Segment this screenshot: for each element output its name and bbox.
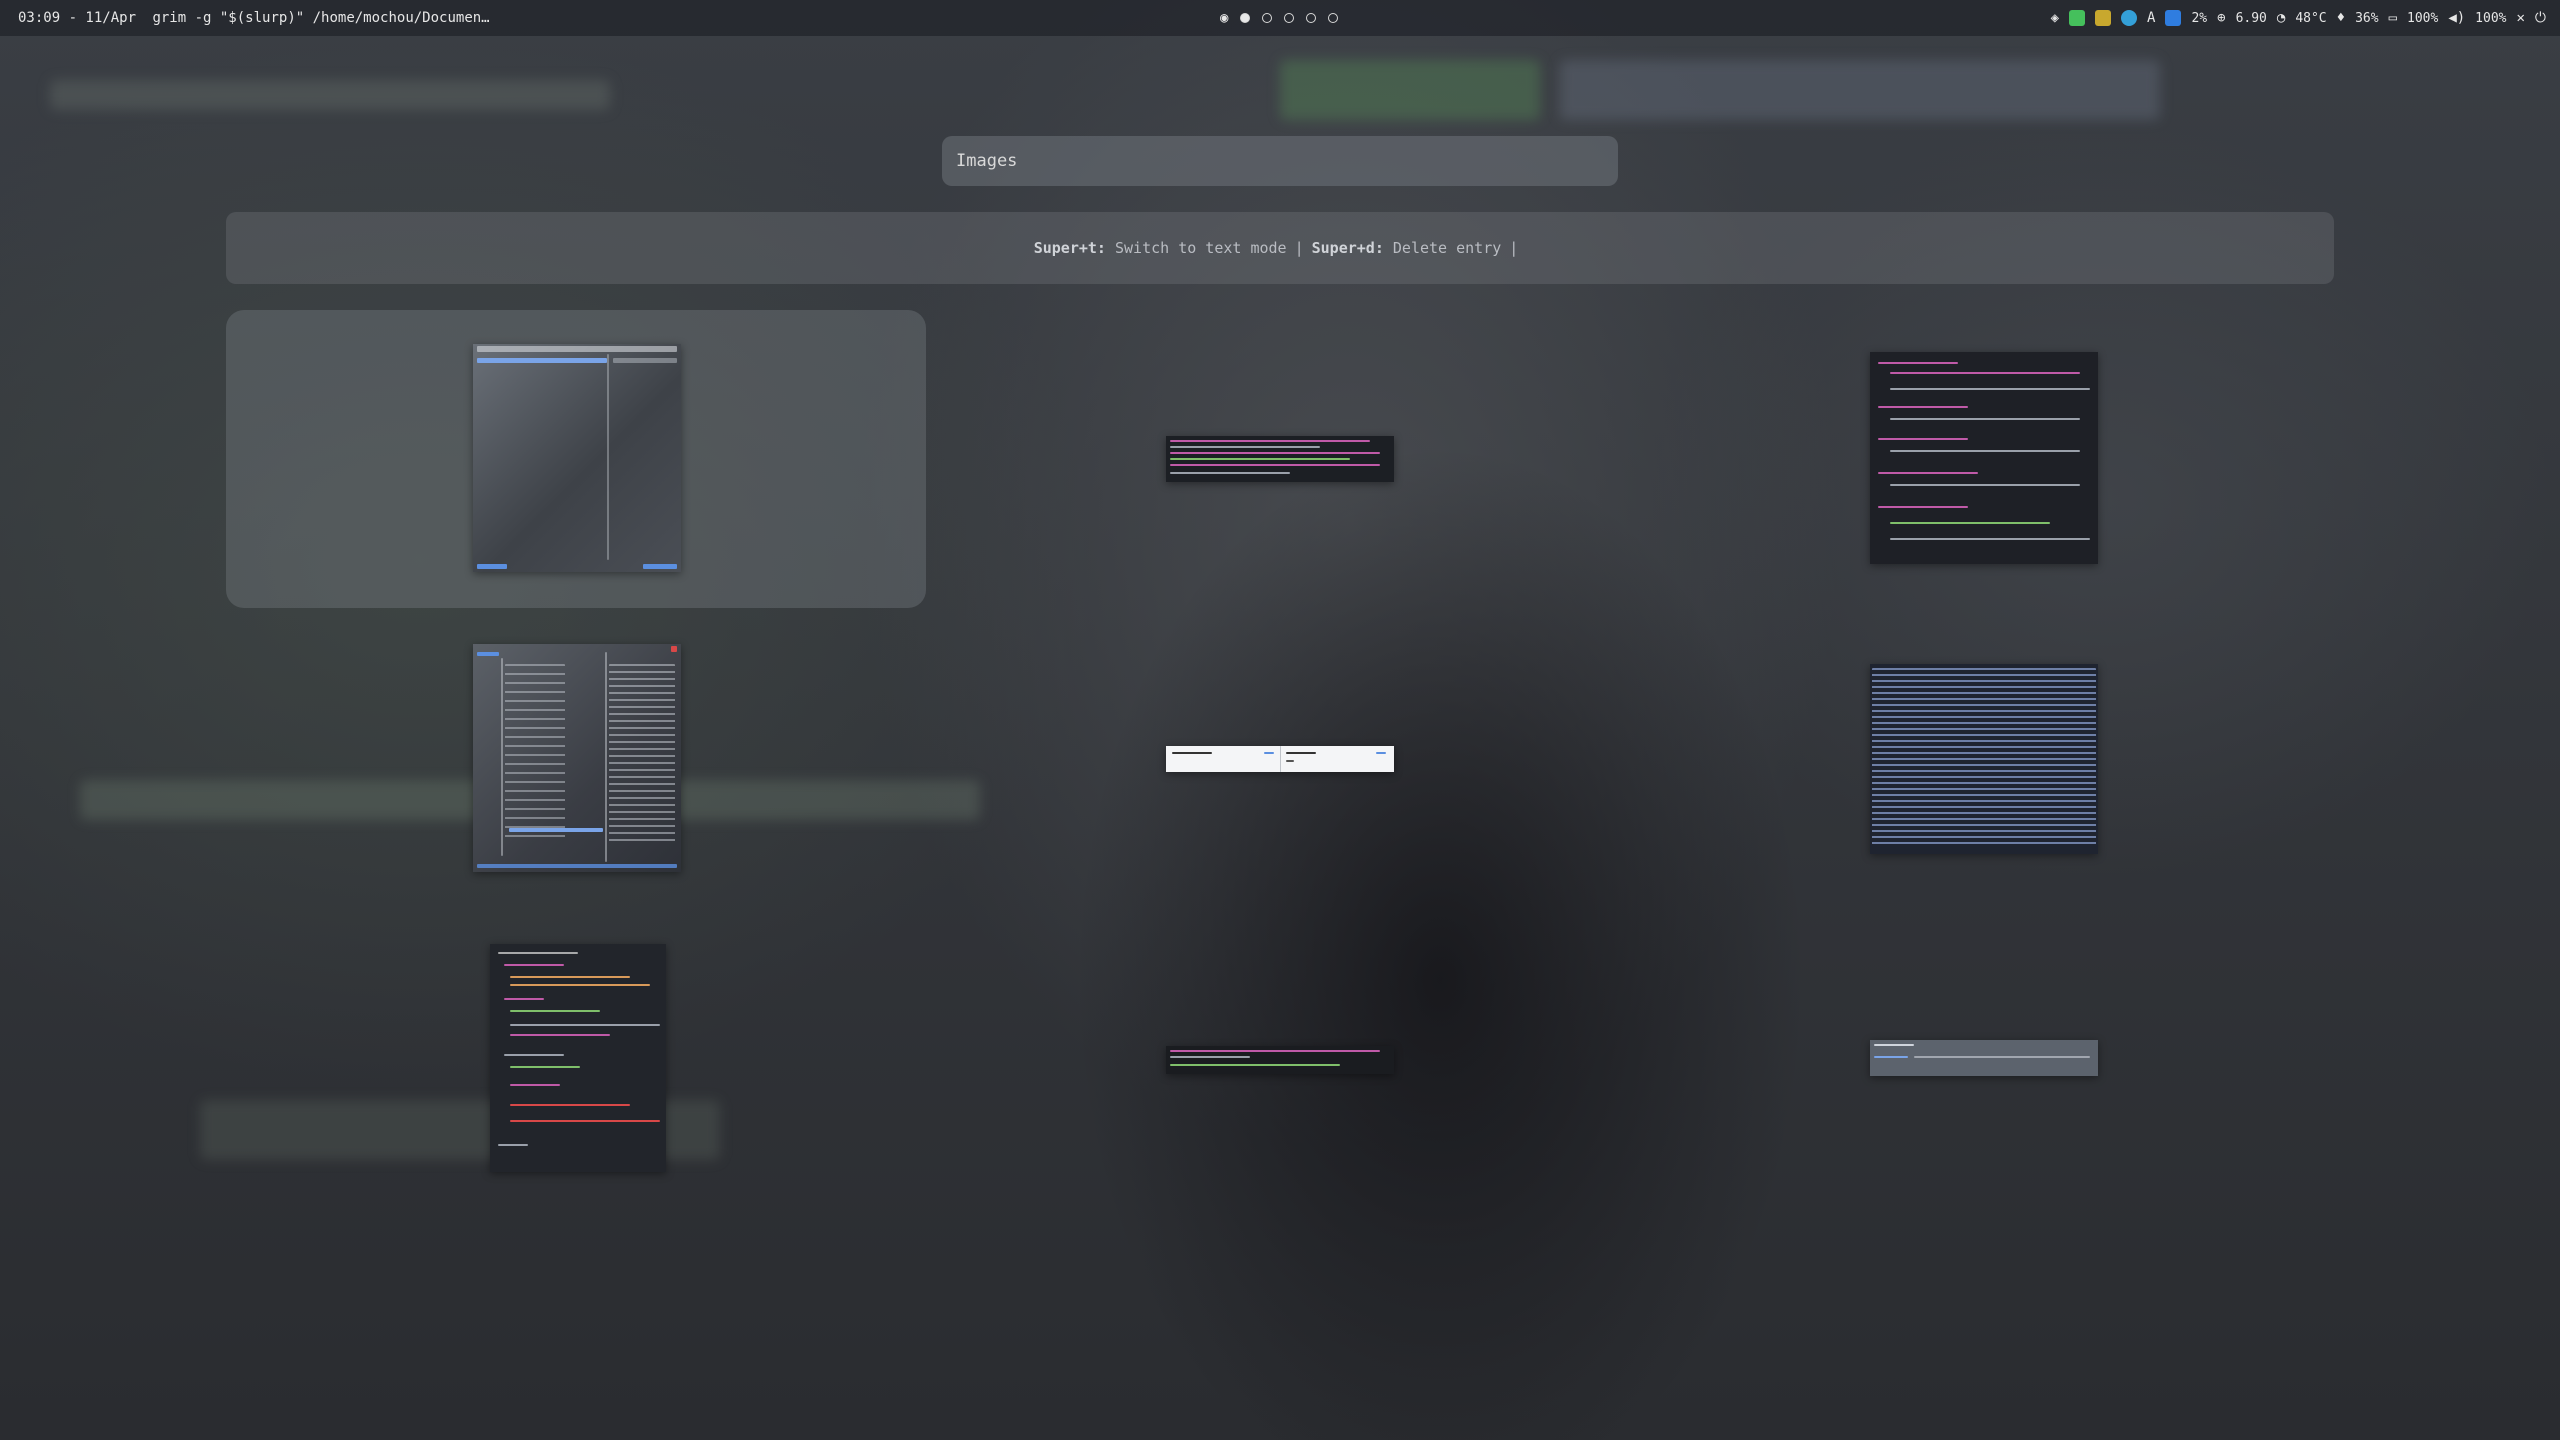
hint-action-text-mode: Switch to text mode (1114, 239, 1287, 257)
load-average: 6.90 (2235, 10, 2267, 26)
mic-muted-icon[interactable]: ✕ (2516, 10, 2524, 26)
hint-trailing: | (1509, 239, 1519, 257)
clipboard-app-icon[interactable] (2095, 10, 2112, 26)
launcher-icon[interactable]: ◉ (1220, 10, 1228, 26)
workspace-2[interactable] (1262, 13, 1273, 23)
image-thumbnail (490, 944, 666, 1172)
memory-icon: ♦ (2336, 10, 2346, 26)
background-blur (1280, 60, 1540, 120)
hint-key-delete: Super+d: (1311, 239, 1384, 257)
desktop: 03:09 - 11/Apr grim -g "$(slurp)" /home/… (0, 0, 2560, 1440)
clipboard-entry[interactable] (1634, 910, 2334, 1208)
background-blur (1560, 60, 2160, 120)
clock[interactable]: 03:09 - 11/Apr (18, 10, 136, 26)
clipboard-entry[interactable] (1634, 610, 2334, 908)
background-blur (50, 80, 610, 110)
workspace-1[interactable] (1240, 13, 1251, 23)
image-thumbnail (473, 644, 681, 872)
status-tray: ◈ A 2% ⊕ 6.90 ◔ 48°C ♦ 36% ▭ 100% ◀) 100… (2051, 0, 2546, 36)
cpu-usage: 2% (2191, 10, 2208, 26)
bluetooth-icon[interactable] (2165, 10, 2182, 26)
top-bar-left: 03:09 - 11/Apr grim -g "$(slurp)" /home/… (18, 0, 498, 36)
image-thumbnail (1166, 1046, 1394, 1074)
image-thumbnail (1166, 746, 1394, 772)
image-thumbnail (1870, 352, 2098, 564)
workspace-5[interactable] (1328, 13, 1339, 23)
workspace-indicator: ◉ (1220, 0, 1339, 36)
wifi-icon[interactable]: ◈ (2051, 10, 2059, 26)
window-title: grim -g "$(slurp)" /home/mochou/Documen… (152, 10, 490, 26)
volume-level[interactable]: 100% (2475, 11, 2506, 26)
image-thumbnail (473, 344, 681, 572)
clipboard-entry-selected[interactable] (226, 310, 926, 608)
image-thumbnail (1166, 436, 1394, 482)
clipboard-entry[interactable] (930, 310, 1630, 608)
load-icon: ⊕ (2217, 10, 2226, 26)
image-thumbnail (1870, 1040, 2098, 1076)
clipboard-entry[interactable] (930, 610, 1630, 908)
clipboard-entry[interactable] (226, 910, 926, 1208)
clipboard-entry[interactable] (930, 910, 1630, 1208)
workspace-3[interactable] (1284, 13, 1295, 23)
search-input[interactable] (942, 136, 1618, 186)
temperature: 48°C (2295, 10, 2327, 26)
power-icon[interactable]: ⏻ (2535, 10, 2546, 26)
battery-level: 100% (2407, 10, 2439, 26)
hint-key-text-mode: Super+t: (1033, 239, 1106, 257)
workspace-4[interactable] (1306, 13, 1317, 23)
battery-icon: ▭ (2388, 10, 2397, 26)
memory-usage: 36% (2355, 10, 2379, 26)
chat-app-icon[interactable] (2069, 10, 2086, 26)
clipboard-entry[interactable] (1634, 310, 2334, 608)
clipboard-entry[interactable] (226, 610, 926, 908)
keybinding-hints: Super+t: Switch to text mode | Super+d: … (226, 212, 2334, 284)
top-bar: 03:09 - 11/Apr grim -g "$(slurp)" /home/… (0, 0, 2560, 36)
font-icon[interactable]: A (2147, 10, 2155, 26)
volume-icon[interactable]: ◀) (2448, 10, 2465, 26)
image-thumbnail (1870, 664, 2098, 854)
sync-app-icon[interactable] (2121, 10, 2138, 26)
hint-action-delete: Delete entry (1392, 239, 1502, 257)
temperature-icon: ◔ (2276, 10, 2286, 26)
